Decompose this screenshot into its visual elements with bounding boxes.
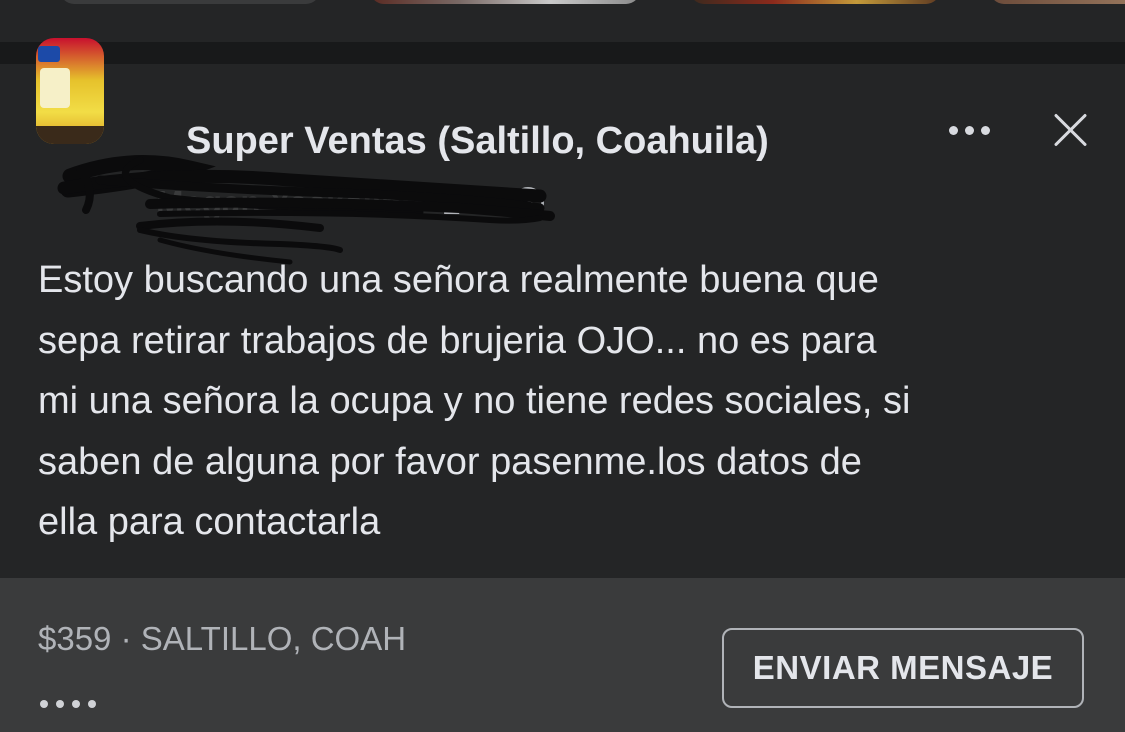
close-button[interactable] [1048, 108, 1092, 152]
story-thumbnail[interactable] [990, 0, 1125, 4]
meta-separator: · [425, 184, 437, 221]
post-body: Estoy buscando una señora realmente buen… [38, 250, 1108, 553]
story-thumbnail[interactable] [370, 0, 640, 4]
story-thumbnail[interactable] [60, 0, 320, 4]
stories-strip [0, 0, 1125, 42]
more-options-button[interactable] [940, 116, 998, 144]
price-location: $359 · SALTILLO, COAH [38, 620, 407, 657]
post-body-line: Estoy buscando una señora realmente buen… [38, 259, 879, 301]
more-dots-icon[interactable] [40, 700, 96, 708]
post-time[interactable]: 2 h [443, 184, 489, 222]
more-options-icon [948, 125, 958, 135]
post-body-line: saben de alguna por favor pasenme.los da… [38, 440, 862, 483]
send-message-button[interactable]: ENVIAR MENSAJE [722, 628, 1084, 708]
post-meta: Megan Yackeline · 2 h · [156, 184, 545, 222]
more-options-icon [980, 125, 990, 135]
post-body-line: mi una señora la ocupa y no tiene redes … [38, 380, 911, 422]
post-body-line: ella para contactarla [38, 501, 381, 543]
meta-separator: · [494, 184, 506, 221]
story-thumbnail[interactable] [690, 0, 940, 4]
group-avatar[interactable] [36, 38, 104, 144]
author-name[interactable]: Megan Yackeline [156, 184, 420, 222]
globe-icon [512, 187, 545, 219]
group-name[interactable]: Super Ventas (Saltillo, Coahuila) [186, 120, 769, 163]
post-body-line: sepa retirar trabajos de brujeria OJO...… [38, 319, 877, 362]
listing-footer: $359 · SALTILLO, COAH ENVIAR MENSAJE [0, 578, 1125, 732]
more-options-icon [964, 125, 974, 135]
feed-divider [0, 42, 1125, 64]
